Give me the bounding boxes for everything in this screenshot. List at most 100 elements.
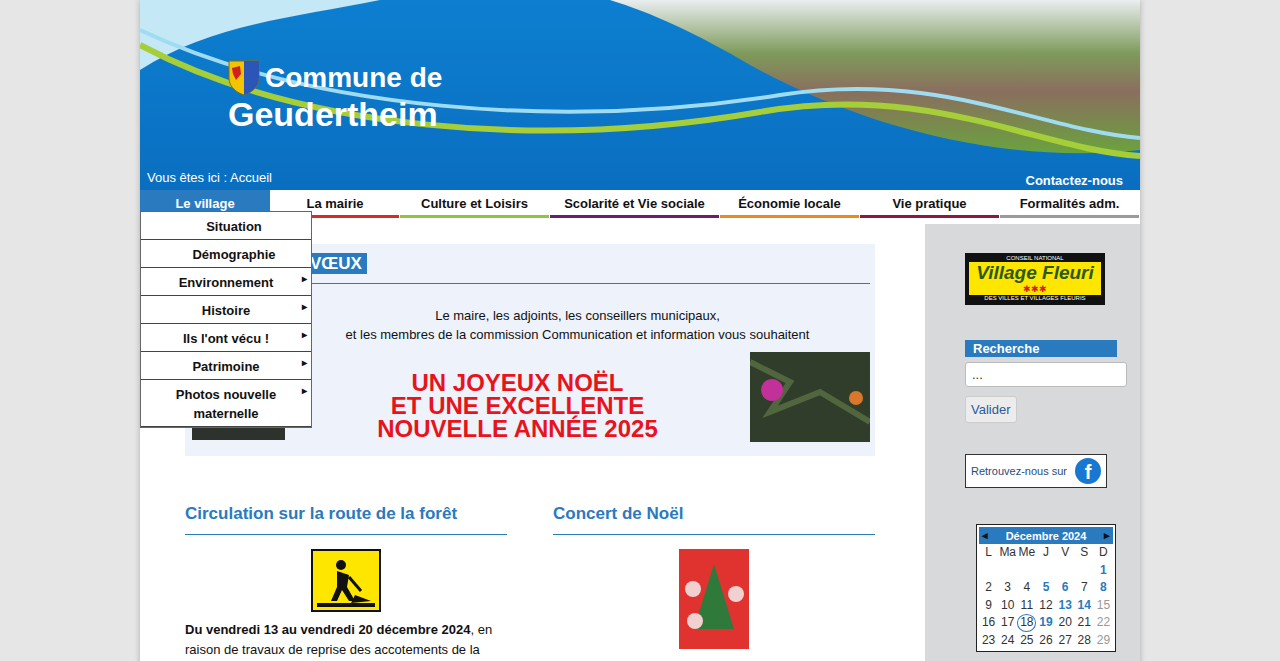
dropdown-label: Photos nouvelle maternelle (161, 385, 291, 423)
dropdown-label: Histoire (161, 301, 291, 320)
greeting-row: UN JOYEUX NOËLET UNE EXCELLENTENOUVELLE … (285, 352, 870, 442)
breadcrumb[interactable]: Vous êtes ici : Accueil (147, 170, 272, 185)
calendar-day: 23 (979, 632, 998, 650)
calendar-day: 10 (998, 597, 1017, 615)
calendar-day: 29 (1094, 632, 1113, 650)
article-title[interactable]: Circulation sur la route de la forêt (185, 504, 507, 535)
calendar-empty (979, 562, 998, 580)
calendar-day: 11 (1017, 597, 1036, 615)
calendar-grid: LMaMeJVSD1234567891011121314151617181920… (979, 544, 1113, 649)
greeting-intro: Le maire, les adjoints, les conseillers … (285, 306, 870, 344)
dropdown-item[interactable]: Ils l'ont vécu !▸ (141, 324, 311, 352)
dropdown-item[interactable]: Environnement▸ (141, 268, 311, 296)
weekday: D (1094, 544, 1113, 562)
submenu-arrow-icon: ▸ (291, 357, 307, 369)
breadcrumb-bar: Vous êtes ici : Accueil Contactez-nous (140, 170, 1140, 190)
calendar-day: 16 (979, 614, 998, 632)
calendar-day: 27 (1056, 632, 1075, 650)
search-button[interactable]: Valider (965, 396, 1017, 423)
dropdown-label: Démographie (161, 245, 307, 264)
dropdown-label: Ils l'ont vécu ! (161, 329, 291, 348)
article-image (185, 549, 507, 612)
calendar-day[interactable]: 14 (1075, 597, 1094, 615)
article: Circulation sur la route de la forêt Du v… (185, 504, 507, 660)
articles: Circulation sur la route de la forêt Du v… (185, 504, 875, 660)
page: Commune deGeudertheim Vous êtes ici : Acc… (140, 0, 1140, 661)
weekday: J (1036, 544, 1055, 562)
article-title[interactable]: Concert de Noël (553, 504, 875, 535)
nav-item[interactable]: Économie locale (720, 190, 859, 218)
calendar-day: 24 (998, 632, 1017, 650)
logo-row: Commune de (228, 60, 442, 96)
search-block: Recherche Valider (965, 340, 1140, 423)
nav-item[interactable]: Formalités adm. (1000, 190, 1139, 218)
intro-line: Le maire, les adjoints, les conseillers … (285, 306, 870, 325)
calendar-day: 7 (1075, 579, 1094, 597)
dropdown-label: Patrimoine (161, 357, 291, 376)
calendar-day: 20 (1056, 614, 1075, 632)
header-photo (610, 0, 1140, 153)
intro-line: et les membres de la commission Communic… (285, 325, 870, 344)
logo-line-1: Commune de (265, 62, 442, 94)
calendar-day: 12 (1036, 597, 1055, 615)
calendar-day[interactable]: 5 (1036, 579, 1055, 597)
greeting-title: VŒUX (305, 253, 367, 274)
headline-line: NOUVELLE ANNÉE 2025 (285, 417, 750, 440)
concert-poster (679, 549, 749, 649)
badge-name: Village Fleuri (969, 262, 1101, 284)
article: Concert de Noël (553, 504, 875, 660)
prev-month-icon[interactable]: ◂ (982, 529, 988, 542)
calendar-day: 22 (1094, 614, 1113, 632)
calendar-day[interactable]: 19 (1036, 614, 1055, 632)
dropdown-label: Environnement (161, 273, 291, 292)
dropdown-item[interactable]: Démographie (141, 240, 311, 268)
greeting-headline: UN JOYEUX NOËLET UNE EXCELLENTENOUVELLE … (285, 352, 750, 440)
search-input[interactable] (965, 362, 1127, 387)
nav-item[interactable]: Le village SituationDémographieEnvironne… (140, 190, 270, 218)
roadwork-icon (311, 549, 381, 612)
badge-bottom: DES VILLES ET VILLAGES FLEURIS (984, 295, 1085, 302)
submenu-arrow-icon: ▸ (291, 273, 307, 285)
submenu-arrow-icon: ▸ (291, 385, 307, 397)
dropdown-item[interactable]: Patrimoine▸ (141, 352, 311, 380)
nav-item[interactable]: Culture et Loisirs (400, 190, 549, 218)
weekday: V (1056, 544, 1075, 562)
search-title: Recherche (965, 340, 1117, 357)
dropdown-item[interactable]: Situation (141, 212, 311, 240)
calendar-day: 26 (1036, 632, 1055, 650)
article-text: Du vendredi 13 au vendredi 20 décembre 2… (185, 620, 507, 660)
calendar-day: 4 (1017, 579, 1036, 597)
calendar-day[interactable]: 1 (1094, 562, 1113, 580)
header-banner (140, 0, 1140, 190)
weekday: Me (1017, 544, 1036, 562)
calendar-day[interactable]: 13 (1056, 597, 1075, 615)
calendar-day[interactable]: 8 (1094, 579, 1113, 597)
dropdown-item[interactable]: Photos nouvelle maternelle▸ (141, 380, 311, 427)
badge-top: CONSEIL NATIONAL (1006, 255, 1063, 262)
sidebar: CONSEIL NATIONALVillage Fleuri✱✱✱DES VIL… (925, 224, 1140, 661)
village-fleuri-badge[interactable]: CONSEIL NATIONALVillage Fleuri✱✱✱DES VIL… (965, 253, 1105, 305)
header-wave (140, 45, 1140, 156)
contact-link[interactable]: Contactez-nous (1026, 173, 1124, 188)
site-logo[interactable]: Commune deGeudertheim (140, 0, 442, 132)
calendar-month: Décembre 2024 (1006, 530, 1087, 542)
facebook-icon: f (1075, 458, 1101, 484)
badge-flowers: ✱✱✱ (969, 284, 1101, 295)
calendar-day: 21 (1075, 614, 1094, 632)
next-month-icon[interactable]: ▸ (1104, 529, 1110, 542)
nav-item[interactable]: Scolarité et Vie sociale (550, 190, 719, 218)
christmas-photo (750, 352, 870, 442)
greeting-text: Le maire, les adjoints, les conseillers … (285, 290, 870, 442)
calendar-day: 25 (1017, 632, 1036, 650)
calendar: ◂Décembre 2024▸LMaMeJVSD1234567891011121… (976, 524, 1116, 652)
calendar-day[interactable]: 6 (1056, 579, 1075, 597)
dropdown-item[interactable]: Histoire▸ (141, 296, 311, 324)
logo-line-2: Geudertheim (228, 96, 442, 132)
headline-line: UN JOYEUX NOËL (285, 371, 750, 394)
calendar-day: 3 (998, 579, 1017, 597)
calendar-empty (1017, 562, 1036, 580)
facebook-link[interactable]: Retrouvez-nous surf (965, 454, 1107, 488)
calendar-day: 2 (979, 579, 998, 597)
calendar-empty (1075, 562, 1094, 580)
nav-item[interactable]: Vie pratique (860, 190, 999, 218)
